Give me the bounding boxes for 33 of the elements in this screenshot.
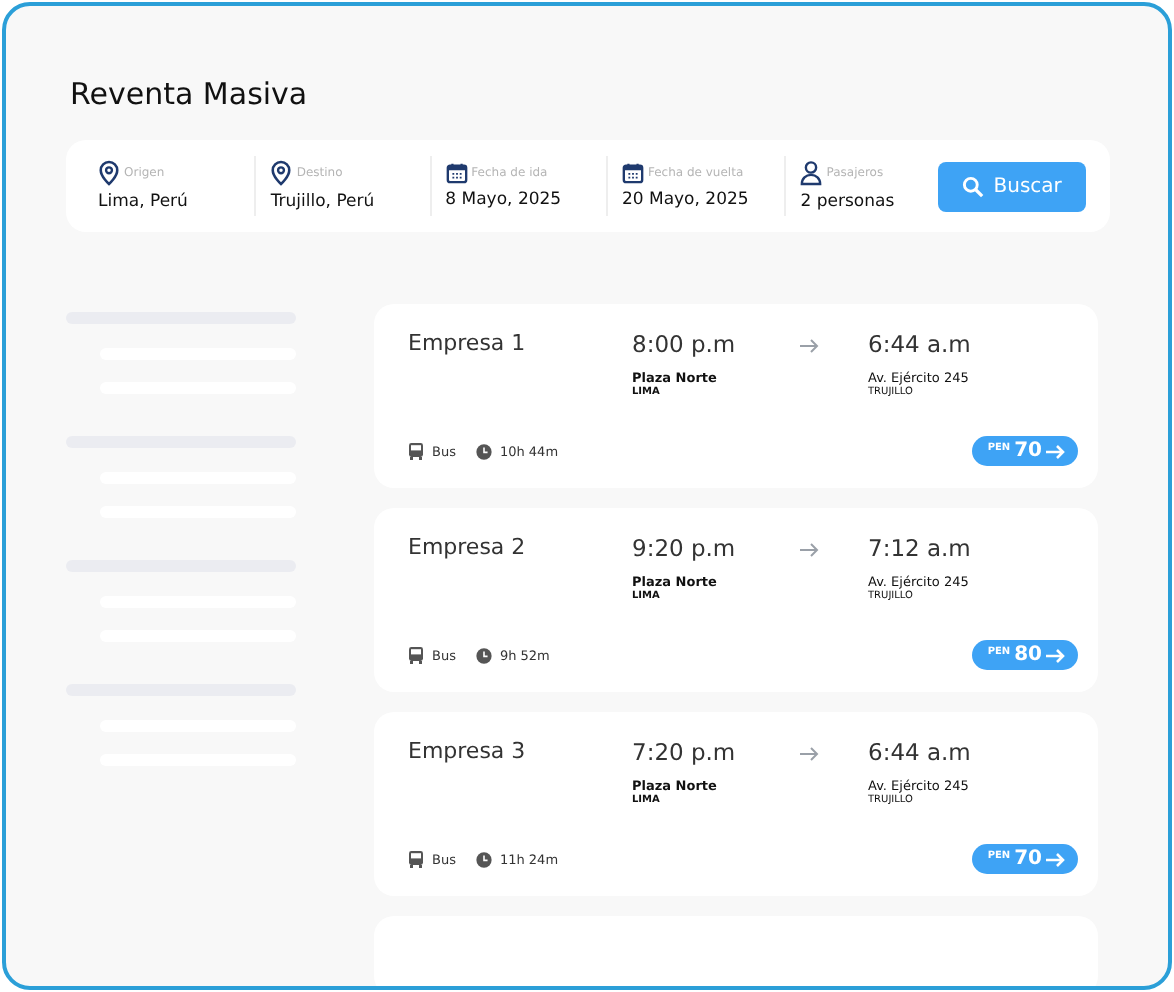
search-icon <box>961 175 984 197</box>
page-title: Reventa Masiva <box>68 76 310 112</box>
person-icon <box>800 160 823 186</box>
departure-time: 9:20 p.m <box>632 534 736 562</box>
arrow-icon <box>800 542 820 558</box>
arrival-time: 7:12 a.m <box>868 534 971 562</box>
pin-icon <box>270 160 293 186</box>
field-value[interactable]: 20 Mayo, 2025 <box>621 190 771 210</box>
company-name: Empresa 2 <box>408 534 528 560</box>
company-name: Empresa 3 <box>408 738 528 764</box>
clock-icon <box>475 443 492 459</box>
company-name: Empresa 1 <box>408 330 528 356</box>
arrow-icon <box>800 338 820 354</box>
clock-icon <box>475 851 492 867</box>
arrival-time: 6:44 a.m <box>868 738 971 766</box>
bus-icon <box>408 442 424 460</box>
arrival-time: 6:44 a.m <box>868 330 971 358</box>
arrow-icon <box>1046 851 1066 867</box>
arrow-icon <box>1046 443 1066 459</box>
field-value[interactable]: 8 Mayo, 2025 <box>445 190 592 210</box>
pin-icon <box>98 160 120 186</box>
calendar-icon <box>621 162 644 184</box>
field-value[interactable]: 2 personas <box>800 192 924 212</box>
bus-icon <box>408 850 424 868</box>
arrow-icon <box>1046 647 1066 663</box>
arrow-icon <box>800 746 820 762</box>
field-value[interactable]: Trujillo, Perú <box>270 192 416 212</box>
departure-time: 8:00 p.m <box>632 330 736 358</box>
bus-icon <box>408 646 424 664</box>
calendar-icon <box>445 162 468 184</box>
departure-time: 7:20 p.m <box>632 738 736 766</box>
clock-icon <box>475 647 492 663</box>
field-value[interactable]: Lima, Perú <box>98 192 241 212</box>
